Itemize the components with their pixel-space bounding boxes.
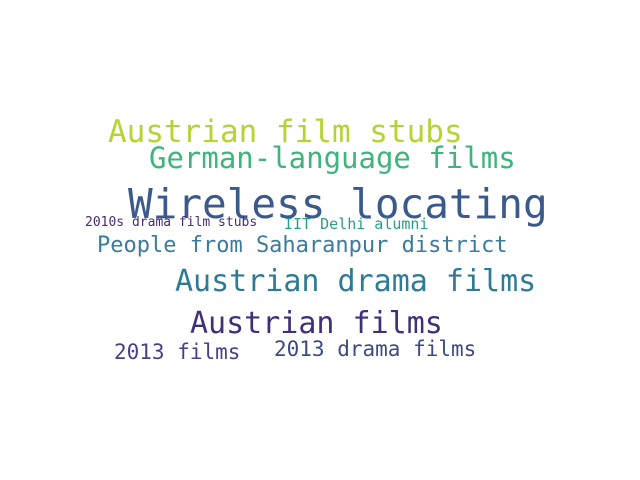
- word-2013-films: 2013 films: [114, 340, 241, 364]
- word-iit-delhi-alumni: IIT Delhi alumni: [284, 215, 429, 233]
- word-german-language-films: German-language films: [149, 141, 516, 175]
- word-people-from-saharanpur-district: People from Saharanpur district: [97, 233, 508, 258]
- word-2010s-drama-film-stubs: 2010s drama film stubs: [85, 215, 258, 230]
- word-2013-drama-films: 2013 drama films: [274, 337, 477, 361]
- word-austrian-drama-films: Austrian drama films: [175, 264, 537, 299]
- word-cloud: Wireless locating Austrian film stubs Ge…: [0, 0, 640, 480]
- word-austrian-films: Austrian films: [190, 306, 443, 341]
